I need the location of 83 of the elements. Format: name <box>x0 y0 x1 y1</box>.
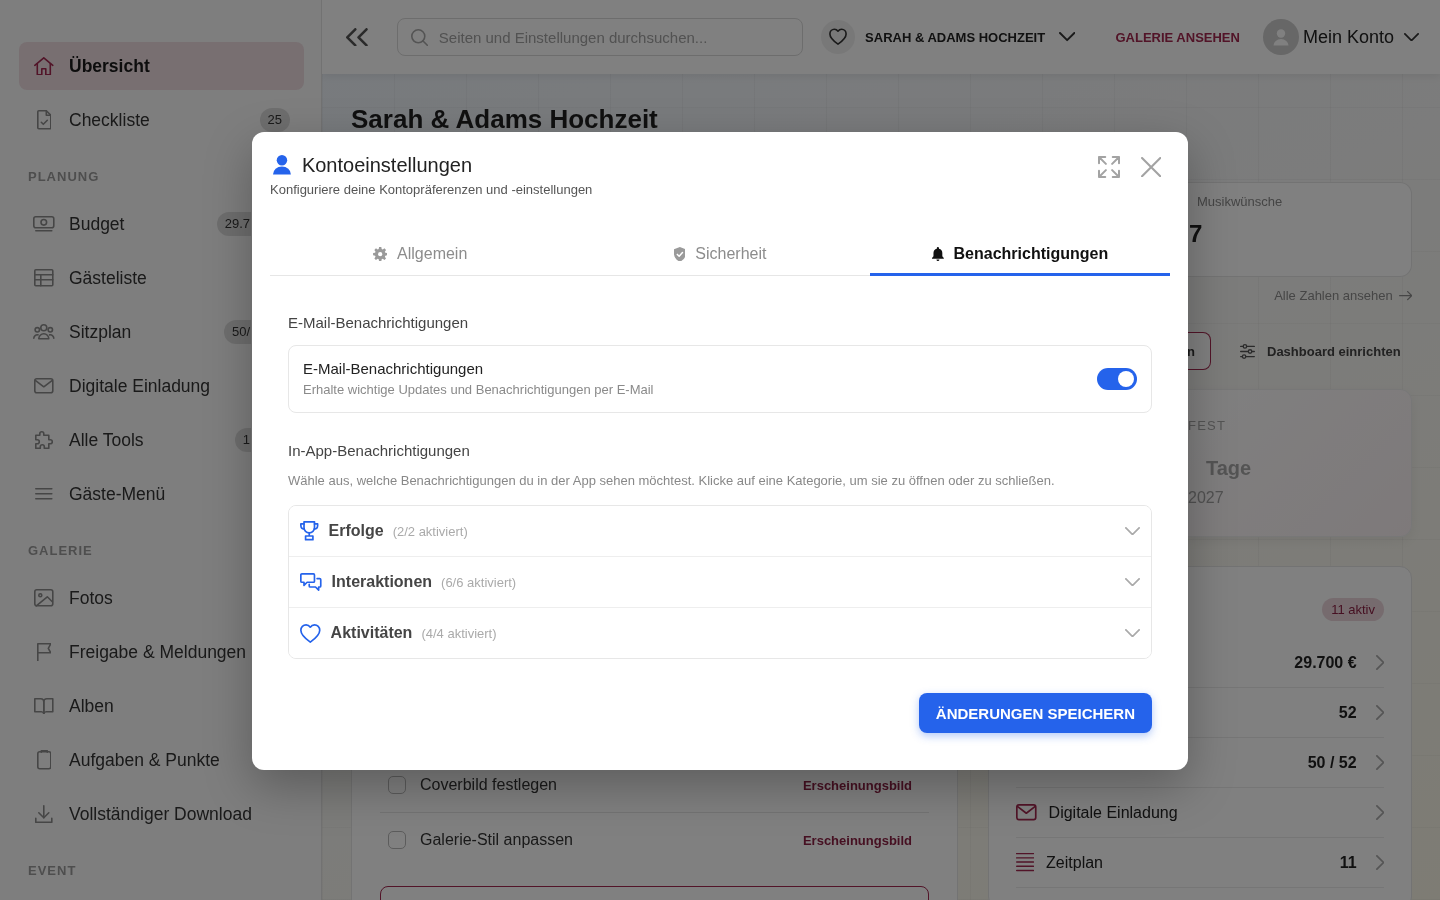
home-icon <box>34 56 54 76</box>
task-label: Coverbild festlegen <box>420 775 557 795</box>
row-value: 29.700 € <box>1294 653 1357 672</box>
expand-icon[interactable] <box>1097 156 1120 178</box>
chevron-right-icon[interactable] <box>1375 805 1384 820</box>
event-selector[interactable]: SARAH & ADAMS HOCHZEIT <box>821 20 1076 54</box>
count-badge: 29.7 <box>216 212 251 236</box>
category-title: Aktivitäten <box>330 624 413 642</box>
dialog-title: Kontoeinstellungen <box>301 153 473 178</box>
dialog-subtitle: Konfiguriere deine Kontopräferenzen und -einstellungen <box>270 182 593 198</box>
table-icon <box>34 269 54 287</box>
dashboard-settings-button[interactable]: Dashboard einrichten <box>1224 332 1412 370</box>
puzzle-icon <box>34 430 54 450</box>
chevron-down-icon <box>1404 32 1419 42</box>
envelope-icon <box>1016 804 1037 821</box>
chevron-right-icon[interactable] <box>1375 705 1384 720</box>
chevron-down-icon <box>1059 32 1076 42</box>
category-row[interactable]: Aktivitäten (4/4 aktiviert) <box>289 607 1151 658</box>
menu-icon <box>35 488 53 500</box>
save-button[interactable]: ÄNDERUNGEN SPEICHERN <box>918 693 1152 733</box>
user-icon <box>273 155 291 175</box>
checkbox[interactable] <box>388 776 406 794</box>
sidebar-item[interactable]: Vollständiger Download <box>19 790 304 838</box>
category-title: Erfolge <box>328 522 384 540</box>
section-description: Wähle aus, welche Benachrichtigungen du in der App sehen möchtest. Klicke auf eine Kategorie, um sie zu öffnen oder zu schließen. <box>288 473 1055 489</box>
shield-icon <box>673 246 686 262</box>
row-value: 50 / 52 <box>1307 753 1357 772</box>
count-badge: 50/ <box>223 320 251 344</box>
setting-title: E-Mail-Benachrichtigungen <box>303 359 484 379</box>
banknote-icon <box>33 216 55 232</box>
page-title: Sarah & Adams Hochzeit <box>351 107 658 131</box>
setting-description: Erhalte wichtige Updates und Benachrichtigungen per E-Mail <box>303 381 654 399</box>
sidebar-item[interactable]: Übersicht <box>19 42 304 90</box>
heart-icon <box>300 623 321 643</box>
section-heading: In-App-Benachrichtigungen <box>288 441 470 461</box>
category-count: (2/2 aktiviert) <box>392 523 468 539</box>
category-tag: Erscheinungsbild <box>802 832 912 848</box>
gallery-link[interactable]: GALERIE ANSEHEN <box>1115 29 1240 45</box>
chevron-right-icon[interactable] <box>1375 655 1384 670</box>
category-title: Interaktionen <box>331 573 433 591</box>
tab[interactable]: Benachrichtigungen <box>870 232 1170 276</box>
avatar-icon <box>1262 19 1299 55</box>
close-icon[interactable] <box>1140 156 1161 178</box>
row-label: Digitale Einladung <box>1048 803 1178 822</box>
row-label: Zeitplan <box>1046 853 1103 872</box>
chevron-right-icon[interactable] <box>1375 855 1384 870</box>
status-badge: 11 aktiv <box>1322 597 1384 621</box>
sidebar-item[interactable]: Digitale Einladung <box>19 362 304 410</box>
toggle-switch[interactable] <box>1097 368 1137 390</box>
search-icon <box>410 29 428 47</box>
arrow-right-icon <box>1398 291 1412 301</box>
sidebar-item[interactable]: Aufgaben & Punkte <box>19 736 304 784</box>
book-icon <box>34 697 54 715</box>
chevron-right-icon[interactable] <box>1375 755 1384 770</box>
envelope-icon <box>34 378 54 394</box>
people-icon <box>33 324 55 340</box>
row-value: 11 <box>1339 853 1357 872</box>
count-badge: 1 <box>234 428 251 452</box>
account-menu[interactable]: Mein Konto <box>1262 19 1419 55</box>
list-icon <box>1016 853 1035 872</box>
sliders-icon <box>1240 343 1255 359</box>
sidebar-item[interactable]: Alben <box>19 682 304 730</box>
tab[interactable]: Sicherheit <box>570 232 870 276</box>
image-icon <box>34 589 54 607</box>
count-badge: 25 <box>259 108 290 132</box>
row-value: 52 <box>1338 703 1357 722</box>
stat-label: Musikwünsche <box>1197 194 1283 210</box>
category-count: (6/6 aktiviert) <box>441 574 517 590</box>
gear-icon <box>372 246 388 262</box>
clipboard-icon <box>36 750 52 770</box>
category-count: (4/4 aktiviert) <box>421 625 497 641</box>
flag-icon <box>36 642 52 662</box>
stat-value: 7 <box>1189 220 1203 248</box>
trophy-icon <box>300 521 319 541</box>
task-label: Galerie-Stil anpassen <box>420 830 573 850</box>
category-tag: Erscheinungsbild <box>802 777 912 793</box>
document-check-icon <box>36 110 52 130</box>
double-chevron-icon[interactable] <box>346 27 368 47</box>
bell-icon <box>931 246 944 262</box>
checkbox[interactable] <box>388 831 406 849</box>
chat-bubbles-icon <box>300 573 322 591</box>
section-heading: E-Mail-Benachrichtigungen <box>288 313 469 333</box>
download-icon <box>35 804 53 824</box>
